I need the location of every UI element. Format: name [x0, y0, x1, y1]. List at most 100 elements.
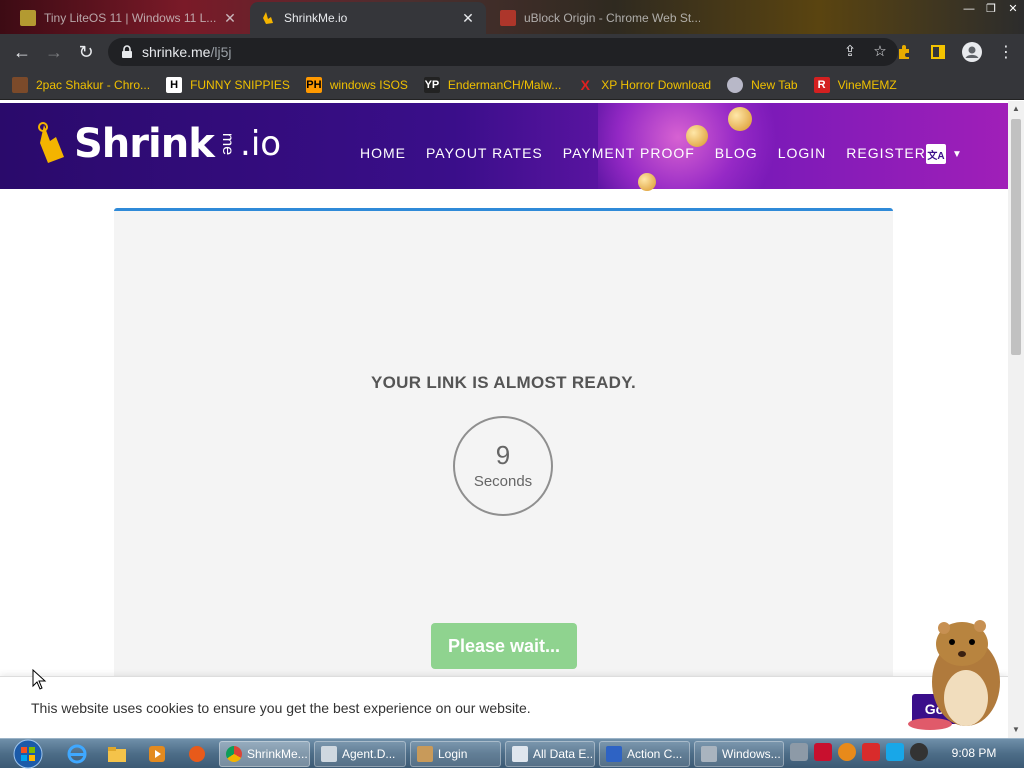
- taskbar-window-chrome[interactable]: ShrinkMe...: [219, 741, 310, 767]
- x-logo-icon: X: [580, 76, 590, 93]
- taskbar-window-agent[interactable]: Agent.D...: [314, 741, 406, 767]
- coin-decoration: [728, 107, 752, 131]
- minimize-icon[interactable]: —: [958, 0, 980, 18]
- bookmark-2pac[interactable]: 2pac Shakur - Chro...: [12, 76, 150, 93]
- window-controls: — ❐ ✕: [958, 0, 1024, 18]
- mouse-pointer-icon: [32, 669, 47, 690]
- bookmark-xp-horror[interactable]: X XP Horror Download: [577, 76, 712, 93]
- internet-explorer-icon[interactable]: [66, 743, 90, 765]
- site-nav: HOME PAYOUT RATES PAYMENT PROOF BLOG LOG…: [360, 145, 926, 161]
- nav-home[interactable]: HOME: [360, 145, 406, 161]
- app-shortcut-icon[interactable]: [186, 743, 210, 765]
- reload-icon[interactable]: ↻: [70, 36, 102, 68]
- extensions-puzzle-icon[interactable]: [892, 38, 916, 66]
- tray-search-icon[interactable]: [838, 743, 856, 761]
- address-bar[interactable]: shrinke.me/lj5j ⇪ ☆: [108, 38, 898, 66]
- cookie-banner: This website uses cookies to ensure you …: [0, 676, 1008, 738]
- nav-payout-rates[interactable]: PAYOUT RATES: [426, 145, 543, 161]
- please-wait-button[interactable]: Please wait...: [431, 623, 577, 669]
- bookmark-endermanch[interactable]: YP EndermanCH/Malw...: [423, 76, 561, 93]
- taskbar-window-windows[interactable]: Windows...: [694, 741, 784, 767]
- user-login-icon: [417, 746, 433, 762]
- taskbar-window-label: Action C...: [627, 747, 683, 761]
- tiny-liteos-favicon-icon: [20, 10, 36, 26]
- close-window-icon[interactable]: ✕: [1002, 0, 1024, 18]
- tab-title: ShrinkMe.io: [284, 11, 348, 25]
- bookmark-star-icon[interactable]: ☆: [870, 42, 890, 60]
- yp-logo-icon: YP: [423, 76, 440, 93]
- url-path: /lj5j: [210, 44, 232, 60]
- coin-decoration: [686, 125, 708, 147]
- flag-icon: [606, 746, 622, 762]
- close-tab-icon[interactable]: ✕: [460, 10, 476, 27]
- nav-payment-proof[interactable]: PAYMENT PROOF: [563, 145, 695, 161]
- ph-logo-icon: PH: [305, 76, 322, 93]
- scrollbar-thumb[interactable]: [1011, 119, 1021, 355]
- file-explorer-icon[interactable]: [106, 743, 130, 765]
- bookmark-label: XP Horror Download: [601, 77, 712, 92]
- taskbar-clock[interactable]: 9:08 PM: [944, 746, 1004, 760]
- taskbar-window-action-center[interactable]: Action C...: [599, 741, 690, 767]
- lock-icon: [122, 45, 132, 58]
- taskbar-window-all-data[interactable]: All Data E...: [505, 741, 595, 767]
- back-arrow-icon[interactable]: ←: [6, 36, 38, 68]
- restore-icon[interactable]: ❐: [980, 0, 1002, 18]
- chrome-web-store-favicon-icon: [500, 10, 516, 26]
- site-header: Shrink me .io HOME PAYOUT RATES PAYMENT …: [0, 103, 1008, 191]
- bookmark-new-tab[interactable]: New Tab: [727, 76, 798, 93]
- scroll-down-icon[interactable]: ▼: [1008, 722, 1024, 738]
- countdown-timer: 9 Seconds: [453, 416, 553, 516]
- tab-shrinkme[interactable]: ShrinkMe.io ✕: [250, 2, 486, 34]
- tray-app-icon[interactable]: [790, 743, 808, 761]
- tray-flag-icon[interactable]: [862, 743, 880, 761]
- site-logo[interactable]: Shrink me .io: [34, 121, 281, 167]
- nav-register[interactable]: REGISTER: [846, 145, 926, 161]
- bookmark-label: New Tab: [751, 77, 798, 92]
- browser-tab-strip: Tiny LiteOS 11 | Windows 11 L... ✕ Shrin…: [0, 0, 1024, 34]
- taskbar-window-label: Windows...: [722, 747, 781, 761]
- bookmark-label: windows ISOS: [329, 77, 408, 92]
- browser-toolbar: ← → ↻ shrinke.me/lj5j ⇪ ☆ ⋮: [0, 34, 1024, 70]
- logo-shrink-text: Shrink: [74, 121, 215, 167]
- forward-arrow-icon[interactable]: →: [38, 36, 70, 68]
- chrome-icon: [226, 746, 242, 762]
- scroll-up-icon[interactable]: ▲: [1008, 101, 1024, 117]
- cookie-message: This website uses cookies to ensure you …: [31, 700, 531, 716]
- page-heading: YOUR LINK IS ALMOST READY.: [370, 373, 637, 392]
- taskbar-window-label: All Data E...: [533, 747, 595, 761]
- taskbar-window-login[interactable]: Login: [410, 741, 501, 767]
- url-host: shrinke.me: [142, 44, 211, 60]
- window-app-icon: [701, 746, 717, 762]
- share-icon[interactable]: ⇪: [840, 42, 860, 60]
- globe-icon: [727, 76, 744, 93]
- h-logo-icon: H: [166, 76, 183, 93]
- media-player-icon[interactable]: [146, 743, 170, 765]
- tab-tiny-liteos[interactable]: Tiny LiteOS 11 | Windows 11 L... ✕: [10, 2, 248, 34]
- translate-icon: 文A: [926, 144, 946, 164]
- r-logo-icon: R: [813, 76, 830, 93]
- windows-taskbar: ShrinkMe... Agent.D... Login All Data E.…: [0, 738, 1024, 769]
- bookmark-funny-snippies[interactable]: H FUNNY SNIPPIES: [166, 76, 290, 93]
- bookmark-label: VineMEMZ: [837, 77, 897, 92]
- tray-antivirus-icon[interactable]: [814, 743, 832, 761]
- window-app-icon: [321, 746, 337, 762]
- profile-avatar-icon[interactable]: [960, 38, 984, 66]
- hamster-mascot-icon: [908, 620, 1000, 730]
- language-selector[interactable]: 文A ▼: [926, 144, 962, 164]
- tray-volume-icon[interactable]: [910, 743, 928, 761]
- browser-menu-icon[interactable]: ⋮: [994, 38, 1018, 66]
- nav-login[interactable]: LOGIN: [778, 145, 827, 161]
- bookmark-windows-isos[interactable]: PH windows ISOS: [305, 76, 408, 93]
- start-button-icon[interactable]: [6, 739, 46, 769]
- countdown-value: 9: [495, 440, 511, 470]
- nav-blog[interactable]: BLOG: [715, 145, 758, 161]
- bookmark-label: FUNNY SNIPPIES: [190, 77, 290, 92]
- bookmark-vinememz[interactable]: R VineMEMZ: [813, 76, 897, 93]
- taskbar-window-label: ShrinkMe...: [247, 747, 308, 761]
- tupac-icon: [12, 76, 28, 93]
- close-tab-icon[interactable]: ✕: [222, 10, 238, 27]
- side-panel-icon[interactable]: [926, 38, 950, 66]
- page-scrollbar[interactable]: ▲ ▼: [1008, 101, 1024, 738]
- tray-monitor-icon[interactable]: [886, 743, 904, 761]
- tab-ublock-origin[interactable]: uBlock Origin - Chrome Web St...: [490, 2, 710, 34]
